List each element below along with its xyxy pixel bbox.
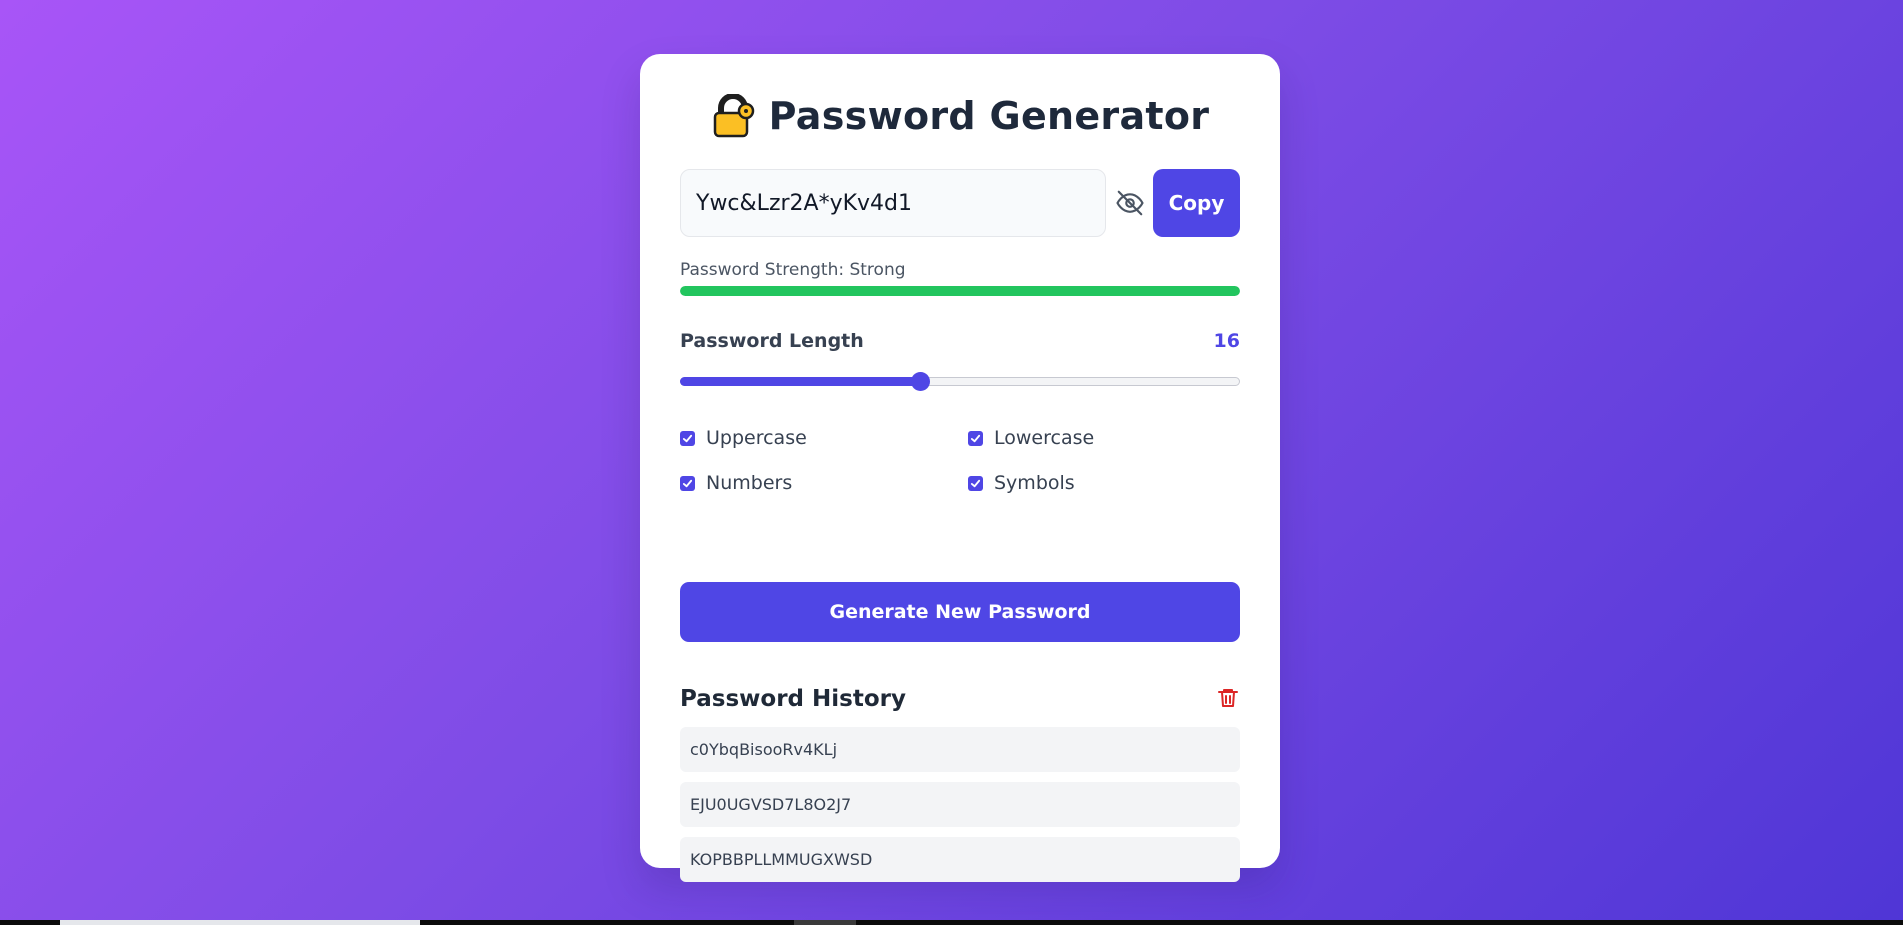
option-lowercase[interactable]: Lowercase [968, 427, 1094, 449]
password-row: Copy [680, 169, 1240, 237]
taskbar-item[interactable] [794, 920, 856, 925]
check-icon[interactable] [680, 475, 695, 491]
option-uppercase[interactable]: Uppercase [680, 427, 807, 449]
check-icon[interactable] [968, 475, 983, 491]
length-value: 16 [1213, 330, 1240, 352]
copy-button[interactable]: Copy [1153, 169, 1240, 237]
lock-icon [711, 93, 755, 138]
option-numbers[interactable]: Numbers [680, 472, 792, 494]
option-numbers-label: Numbers [706, 472, 793, 494]
title-row: Password Generator [640, 93, 1280, 138]
option-uppercase-label: Uppercase [706, 427, 807, 449]
taskbar [0, 920, 1903, 925]
option-symbols[interactable]: Symbols [968, 472, 1075, 494]
slider-thumb[interactable] [911, 372, 930, 391]
password-output[interactable] [680, 169, 1106, 237]
length-label: Password Length [680, 330, 864, 352]
eye-off-icon[interactable] [1113, 186, 1147, 220]
history-title: Password History [680, 686, 906, 712]
check-icon[interactable] [968, 430, 983, 446]
slider-fill [680, 377, 920, 386]
strength-meter-fill [680, 286, 1240, 296]
password-generator-card: Password Generator Copy Password Strengt… [640, 54, 1280, 882]
strength-label: Password Strength: Strong [680, 260, 906, 280]
option-symbols-label: Symbols [994, 472, 1075, 494]
length-slider[interactable] [680, 372, 1240, 392]
history-item[interactable]: KOPBBPLLMMUGXWSD [680, 837, 1240, 882]
generate-password-button[interactable]: Generate New Password [680, 582, 1240, 642]
trash-icon[interactable] [1216, 686, 1240, 710]
history-item[interactable]: EJU0UGVSD7L8O2J7 [680, 782, 1240, 827]
page-title: Password Generator [768, 94, 1210, 138]
taskbar-item[interactable] [60, 920, 420, 925]
history-item[interactable]: c0YbqBisooRv4KLj [680, 727, 1240, 772]
option-lowercase-label: Lowercase [994, 427, 1095, 449]
strength-meter [680, 286, 1240, 296]
check-icon[interactable] [680, 430, 695, 446]
